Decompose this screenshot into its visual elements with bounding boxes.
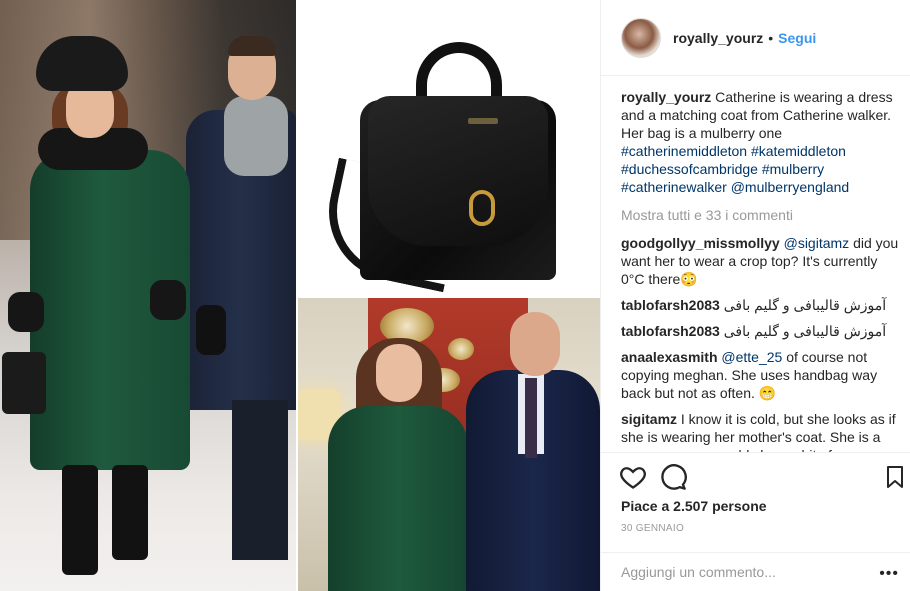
bag-logo — [468, 118, 498, 124]
follow-button[interactable]: Segui — [778, 30, 816, 46]
kate-fur-hat — [36, 36, 128, 91]
show-all-comments-link[interactable]: Mostra tutti e 33 i commenti — [621, 206, 899, 224]
bag-flap — [368, 96, 548, 246]
comment-mention[interactable]: @ette_25 — [721, 349, 782, 365]
comment-text: آموزش قالیبافی و گلیم بافی — [723, 297, 887, 313]
comment-item: goodgollyy_missmollyy @sigitamz did you … — [621, 234, 899, 288]
photo-royal-couple — [298, 298, 600, 591]
more-icon[interactable]: ••• — [879, 565, 899, 583]
likes-count[interactable]: Piace a 2.507 persone — [621, 498, 767, 514]
post-date[interactable]: 30 GENNAIO — [621, 523, 684, 534]
post-sidebar: royally_yourz • Segui royally_yourz Cath… — [600, 0, 910, 591]
william-tie — [525, 378, 537, 458]
comments-list[interactable]: royally_yourz Catherine is wearing a dre… — [621, 88, 899, 452]
comment-text: آموزش قالیبافی و گلیم بافی — [723, 323, 887, 339]
post-actions: Piace a 2.507 persone 30 GENNAIO — [601, 452, 910, 556]
post-caption: royally_yourz Catherine is wearing a dre… — [621, 88, 899, 196]
comment-item: tablofarsh2083 آموزش قالیبافی و گلیم باف… — [621, 322, 899, 340]
bookmark-icon[interactable] — [883, 463, 907, 491]
kate-fur-cuff-left — [8, 292, 44, 332]
comment-item: tablofarsh2083 آموزش قالیبافی و گلیم باف… — [621, 296, 899, 314]
man-hair — [228, 36, 276, 56]
decorative-plate — [448, 338, 474, 360]
comment-icon[interactable] — [659, 463, 687, 491]
separator-dot: • — [768, 29, 774, 46]
comment-username[interactable]: tablofarsh2083 — [621, 323, 720, 339]
post-media[interactable] — [0, 0, 600, 591]
comment-username[interactable]: anaalexasmith — [621, 349, 718, 365]
man-legs — [232, 400, 288, 560]
william-head — [510, 312, 560, 376]
comment-username[interactable]: goodgollyy_missmollyy — [621, 235, 780, 251]
kate-fur-cuff-right — [150, 280, 186, 320]
photo-kate-walking — [0, 0, 296, 591]
comment-item: sigitamz I know it is cold, but she look… — [621, 410, 899, 452]
photo-mulberry-bag — [298, 0, 600, 296]
caption-username[interactable]: royally_yourz — [621, 89, 711, 105]
kate-handbag — [2, 352, 46, 414]
bag-gold-lock — [469, 190, 495, 226]
kate-boot-right — [112, 465, 148, 560]
post-header: royally_yourz • Segui — [601, 0, 910, 76]
kate-boot-left — [62, 465, 98, 575]
comment-input[interactable] — [621, 564, 881, 580]
author-username[interactable]: royally_yourz — [673, 30, 763, 46]
comment-username[interactable]: tablofarsh2083 — [621, 297, 720, 313]
avatar[interactable] — [621, 17, 661, 58]
add-comment-bar: ••• — [601, 552, 910, 591]
man-scarf — [224, 96, 288, 176]
heart-icon[interactable] — [619, 463, 647, 491]
caption-hashtags[interactable]: #catherinemiddleton #katemiddleton #duch… — [621, 143, 849, 195]
kate-green-dress — [328, 406, 468, 591]
comment-item: anaalexasmith @ette_25 of course not cop… — [621, 348, 899, 402]
comment-username[interactable]: sigitamz — [621, 411, 677, 427]
man-glove — [196, 305, 226, 355]
kate-face — [376, 344, 422, 402]
comment-mention[interactable]: @sigitamz — [784, 235, 850, 251]
